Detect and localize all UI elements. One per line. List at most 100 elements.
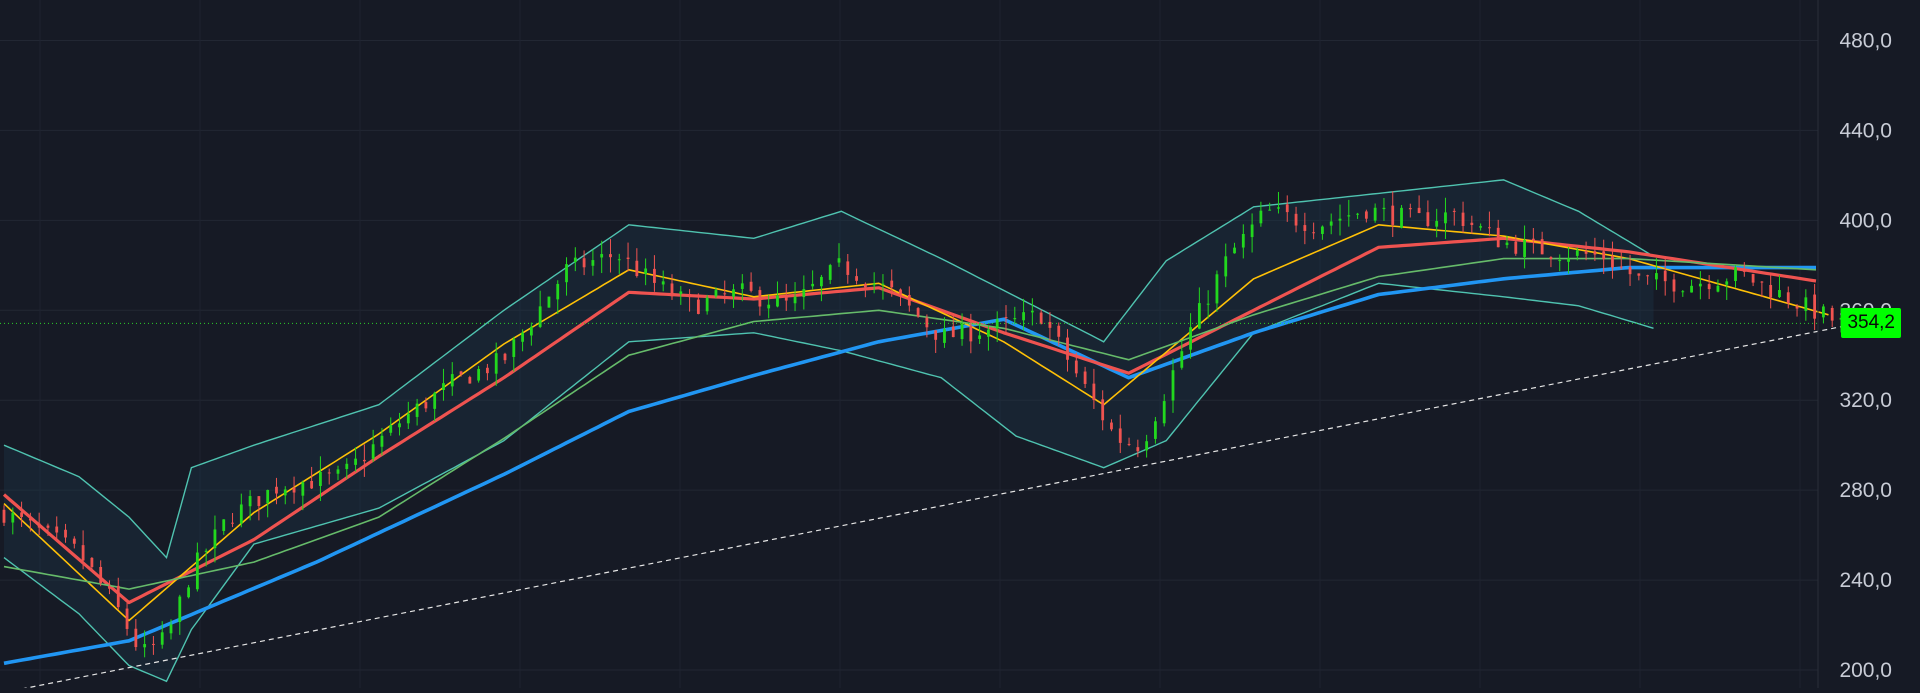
candle-body [1619,266,1623,268]
candle-body [20,512,23,517]
candle-body [1786,292,1790,304]
candle-body [1197,303,1201,329]
candle-body [565,264,568,283]
candle-body [899,289,902,295]
candle-body [793,296,797,304]
candle-body [1742,268,1746,272]
candle-body [951,326,955,338]
candle-body [1593,251,1597,255]
candle-body [398,423,401,428]
candle-body [740,283,744,289]
candle-body [486,367,489,374]
candle-body [1813,294,1817,319]
candle-body [442,383,445,391]
candle-body [28,518,32,521]
candle-body [1734,267,1737,281]
candle-body [1382,207,1386,210]
candle-body [846,261,850,275]
candle-body [1637,273,1641,276]
candle-body [1496,227,1500,248]
candle-body [591,260,595,266]
candle-body [415,403,419,417]
candle-body [960,323,964,340]
candle-body [468,377,472,384]
candle-body [433,392,437,409]
candle-body [1417,207,1421,214]
candle-body [653,268,656,283]
candle-body [758,290,762,307]
candle-body [1154,421,1157,439]
candle-body [705,297,709,312]
candle-body [345,463,349,470]
candle-body [1505,242,1509,246]
candle-body [1690,285,1693,293]
candle-body [55,526,59,533]
candle-body [231,522,234,524]
candle-body [1795,306,1799,309]
price-chart[interactable]: 200,0240,0280,0320,0360,0400,0440,0480,0 [0,0,1920,693]
candle-body [987,329,990,337]
candle-body [1479,226,1483,228]
candle-body [1364,211,1368,219]
candle-body [1039,312,1043,325]
candle-body [1303,225,1307,231]
candle-body [1672,279,1676,292]
candle-body [1725,281,1729,285]
candle-body [1435,220,1439,227]
candle-body [1338,218,1342,221]
candle-body [1118,428,1122,443]
candle-body [1022,312,1025,321]
candle-body [64,529,67,538]
candle-body [1206,303,1210,305]
candle-body [556,283,560,300]
candle-body [327,472,331,474]
candle-body [1259,210,1263,224]
candle-body [1171,370,1175,401]
candle-body [547,296,551,308]
candle-body [1444,212,1447,224]
candle-body [1488,227,1491,229]
candle-body [1083,371,1087,384]
candle-body [275,486,278,494]
candle-body [46,525,50,528]
candle-body [1663,270,1667,282]
candle-body [943,329,946,343]
candle-body [1646,275,1650,277]
candle-body [1162,401,1166,424]
candle-body [1057,325,1061,337]
candle-body [714,290,718,297]
candle-body [820,276,823,287]
candle-body [1426,212,1430,227]
candle-body [380,435,384,447]
candle-body [1452,210,1456,212]
candle-body [1189,327,1192,350]
candle-body [1822,306,1825,318]
candle-body [661,281,665,285]
candle-body [1004,317,1008,319]
chart-area[interactable]: 200,0240,0280,0320,0360,0400,0440,0480,0… [0,0,1920,693]
candle-body [1277,207,1280,209]
candle-body [222,519,226,531]
candle-body [538,306,542,327]
candle-body [1321,226,1324,234]
candle-body [1514,241,1518,254]
candle-body [1250,224,1254,238]
candle-body [1074,360,1078,374]
y-tick-label: 400,0 [1839,209,1892,232]
candle-body [1716,285,1720,292]
candle-body [644,268,648,274]
candle-body [116,585,120,608]
candle-body [767,304,771,309]
candle-body [108,586,111,589]
candle-body [362,459,366,462]
candle-body [609,254,612,258]
candle-body [2,509,6,523]
candle-body [248,496,252,507]
price-axis[interactable]: 200,0240,0280,0320,0360,0400,0440,0480,0 [1817,0,1892,688]
candle-body [828,265,832,280]
candle-body [626,257,630,259]
candle-body [925,317,929,328]
candle-body [1655,273,1658,280]
candle-body [1127,443,1131,445]
candle-body [582,258,586,268]
